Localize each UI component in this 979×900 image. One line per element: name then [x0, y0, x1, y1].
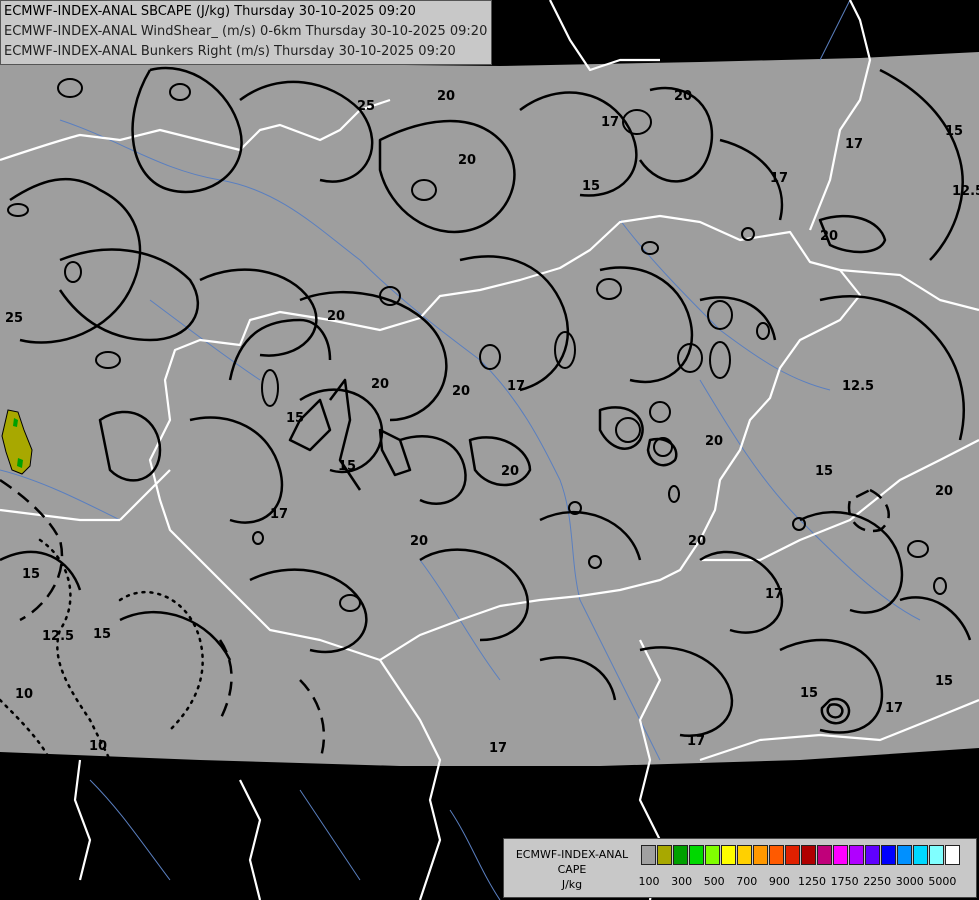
contour-label: 15: [800, 686, 818, 701]
legend-title-parameter: CAPE: [557, 863, 587, 876]
cape-legend: ECMWF-INDEX-ANAL CAPE J/kg 100 300 500 700 9…: [503, 838, 977, 898]
header-line-cape: ECMWF-INDEX-ANAL SBCAPE (J/kg) Thursday …: [4, 4, 416, 19]
contour-label: 15: [815, 464, 833, 479]
legend-swatch: [913, 845, 928, 865]
contour-label: 20: [371, 377, 389, 392]
legend-swatch: [897, 845, 912, 865]
legend-swatch: [753, 845, 768, 865]
contour-label: 20: [688, 534, 706, 549]
contour-label: 25: [357, 99, 375, 114]
legend-swatch: [849, 845, 864, 865]
legend-swatch: [769, 845, 784, 865]
contour-label: 10: [15, 687, 33, 702]
contour-label: 10: [89, 739, 107, 754]
contour-label: 17: [601, 115, 619, 130]
contour-label: 15: [582, 179, 600, 194]
legend-swatches: [641, 845, 961, 865]
legend-tick-label: 300: [671, 875, 693, 888]
legend-swatch: [673, 845, 688, 865]
contour-label: 20: [437, 89, 455, 104]
legend-swatch: [641, 845, 656, 865]
contour-label: 17: [885, 701, 903, 716]
legend-tick-label: 5000: [928, 875, 957, 888]
legend-swatch: [881, 845, 896, 865]
contour-label: 20: [935, 484, 953, 499]
header-line-windshear: ECMWF-INDEX-ANAL WindShear_ (m/s) 0-6km …: [4, 24, 488, 39]
legend-swatch: [785, 845, 800, 865]
contour-label: 12.5: [842, 379, 874, 394]
contour-label: 17: [507, 379, 525, 394]
analysis-field: [0, 52, 979, 766]
contour-label: 17: [845, 137, 863, 152]
legend-swatch: [833, 845, 848, 865]
legend-title: ECMWF-INDEX-ANAL CAPE J/kg: [508, 847, 636, 892]
legend-tick-label: 900: [768, 875, 790, 888]
legend-title-source: ECMWF-INDEX-ANAL: [515, 848, 629, 861]
contour-label: 17: [687, 734, 705, 749]
weather-map: 25 20 20 17 15 17 12.5 15 17 20 20 25 20…: [0, 0, 979, 900]
contour-label: 20: [458, 153, 476, 168]
legend-swatch: [705, 845, 720, 865]
header-line-bunkers: ECMWF-INDEX-ANAL Bunkers Right (m/s) Thu…: [4, 44, 456, 59]
legend-swatch: [689, 845, 704, 865]
contour-label: 15: [22, 567, 40, 582]
legend-swatch: [945, 845, 960, 865]
contour-label: 17: [270, 507, 288, 522]
contour-label: 20: [674, 89, 692, 104]
contour-label: 20: [452, 384, 470, 399]
legend-tick-label: 700: [736, 875, 758, 888]
legend-ticks: 100 300 500 700 900 1250 1750 2250 3000 5000: [638, 875, 971, 889]
contour-label: 15: [338, 459, 356, 474]
contour-label: 25: [5, 311, 23, 326]
legend-swatch: [929, 845, 944, 865]
legend-swatch: [817, 845, 832, 865]
legend-swatch: [737, 845, 752, 865]
contour-label: 17: [765, 587, 783, 602]
contour-label: 15: [945, 124, 963, 139]
legend-tick-label: 1250: [798, 875, 826, 888]
legend-tick-label: 500: [703, 875, 725, 888]
legend-tick-label: 2250: [863, 875, 892, 888]
contour-label: 20: [410, 534, 428, 549]
legend-swatch: [865, 845, 880, 865]
contour-label: 17: [489, 741, 507, 756]
contour-label: 20: [820, 229, 838, 244]
map-header: ECMWF-INDEX-ANAL SBCAPE (J/kg) Thursday …: [0, 0, 493, 65]
contour-label: 15: [935, 674, 953, 689]
contour-label: 20: [705, 434, 723, 449]
legend-tick-label: 3000: [895, 875, 924, 888]
contour-label: 12.5: [952, 184, 979, 199]
legend-swatch: [721, 845, 736, 865]
legend-swatch: [657, 845, 672, 865]
legend-title-unit: J/kg: [561, 878, 583, 891]
contour-label: 20: [327, 309, 345, 324]
contour-label: 12.5: [42, 629, 74, 644]
contour-label: 15: [93, 627, 111, 642]
legend-tick-label: 1750: [830, 875, 859, 888]
legend-tick-label: 100: [638, 875, 660, 888]
contour-label: 15: [286, 411, 304, 426]
contour-label: 17: [770, 171, 788, 186]
contour-label: 20: [501, 464, 519, 479]
legend-swatch: [801, 845, 816, 865]
